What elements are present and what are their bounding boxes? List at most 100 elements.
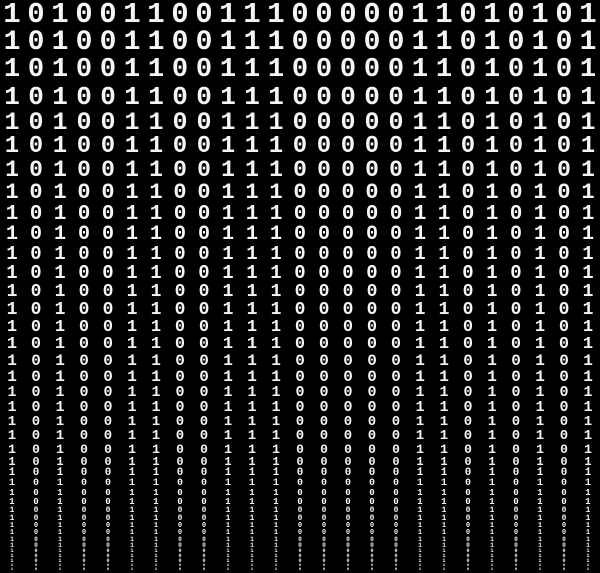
binary-digit: 1 [216,182,240,204]
binary-digit: 1 [576,353,600,369]
binary-digit: 1 [144,415,168,429]
binary-digit: 0 [336,84,360,110]
binary-digit: 0 [552,429,576,443]
binary-digit: 1 [0,319,24,336]
binary-digit: 0 [168,568,192,572]
binary-digit: 1 [48,110,72,135]
binary-digit: 0 [312,353,336,369]
binary-digit: 0 [504,182,528,204]
binary-digit: 1 [576,84,600,110]
binary-digit: 1 [120,385,144,400]
binary-digit: 0 [288,225,312,245]
binary-digit: 1 [240,319,264,336]
binary-digit: 1 [528,283,552,301]
binary-digit: 0 [192,369,216,385]
binary-digit: 1 [480,84,504,110]
binary-digit: 1 [480,369,504,385]
binary-digit: 0 [24,135,48,159]
binary-digit: 1 [48,319,72,336]
binary-digit: 1 [240,225,264,245]
binary-digit: 0 [96,369,120,385]
binary-digit: 0 [312,182,336,204]
binary-digit: 0 [192,264,216,283]
binary-digit: 1 [0,415,24,429]
binary-digit: 1 [120,429,144,443]
binary-digit: 0 [168,369,192,385]
binary-digit: 1 [408,110,432,135]
binary-digit: 1 [240,369,264,385]
binary-digit: 0 [504,159,528,182]
binary-digit: 0 [24,568,48,572]
binary-digit: 0 [504,110,528,135]
binary-digit: 1 [432,283,456,301]
binary-digit: 0 [384,264,408,283]
binary-digit: 0 [384,57,408,84]
binary-digit: 0 [96,568,120,572]
binary-digit: 0 [384,400,408,415]
binary-digit: 0 [456,415,480,429]
binary-digit: 0 [288,159,312,182]
binary-digit: 1 [480,353,504,369]
binary-digit: 1 [120,301,144,319]
binary-digit: 0 [336,385,360,400]
binary-digit: 1 [48,29,72,57]
binary-digit: 0 [96,385,120,400]
binary-digit: 1 [432,369,456,385]
binary-digit: 1 [48,135,72,159]
binary-digit: 1 [408,369,432,385]
binary-digit: 1 [264,400,288,415]
binary-digit: 0 [288,204,312,225]
binary-digit: 1 [264,353,288,369]
binary-digit: 0 [552,369,576,385]
binary-digit: 1 [528,110,552,135]
binary-digit: 0 [96,159,120,182]
binary-digit: 1 [120,135,144,159]
binary-digit: 1 [576,319,600,336]
binary-digit: 1 [576,283,600,301]
binary-digit: 1 [528,264,552,283]
binary-digit: 0 [24,336,48,353]
binary-digit: 0 [360,159,384,182]
binary-digit: 1 [264,0,288,29]
binary-digit: 1 [0,0,24,29]
binary-digit: 1 [432,385,456,400]
binary-digit: 0 [288,135,312,159]
binary-digit: 1 [480,29,504,57]
binary-digit: 1 [264,182,288,204]
binary-digit: 0 [456,0,480,29]
binary-digit: 0 [336,369,360,385]
binary-digit: 0 [96,57,120,84]
binary-digit: 0 [192,204,216,225]
binary-digit: 1 [0,225,24,245]
binary-digit: 1 [528,182,552,204]
binary-digit: 0 [504,29,528,57]
binary-digit: 1 [576,57,600,84]
binary-digit: 0 [72,369,96,385]
binary-digit: 0 [384,135,408,159]
binary-digit: 0 [384,225,408,245]
binary-digit: 1 [240,415,264,429]
binary-digit: 1 [240,204,264,225]
binary-digit: 1 [528,29,552,57]
binary-digit: 0 [312,84,336,110]
binary-digit: 1 [216,369,240,385]
binary-digit: 0 [312,400,336,415]
binary-digit: 0 [456,369,480,385]
binary-digit: 0 [336,568,360,572]
binary-digit: 1 [216,225,240,245]
binary-digit: 0 [552,400,576,415]
binary-digit: 1 [480,283,504,301]
binary-digit: 0 [552,57,576,84]
binary-digit: 1 [216,336,240,353]
binary-digit: 0 [312,568,336,572]
binary-digit: 0 [72,110,96,135]
binary-digit: 1 [0,353,24,369]
binary-digit: 0 [192,429,216,443]
binary-digit: 0 [96,135,120,159]
binary-digit: 0 [360,264,384,283]
binary-digit: 1 [528,135,552,159]
binary-digit: 0 [312,415,336,429]
binary-digit: 0 [168,204,192,225]
binary-digit: 1 [480,336,504,353]
binary-digit: 0 [384,159,408,182]
